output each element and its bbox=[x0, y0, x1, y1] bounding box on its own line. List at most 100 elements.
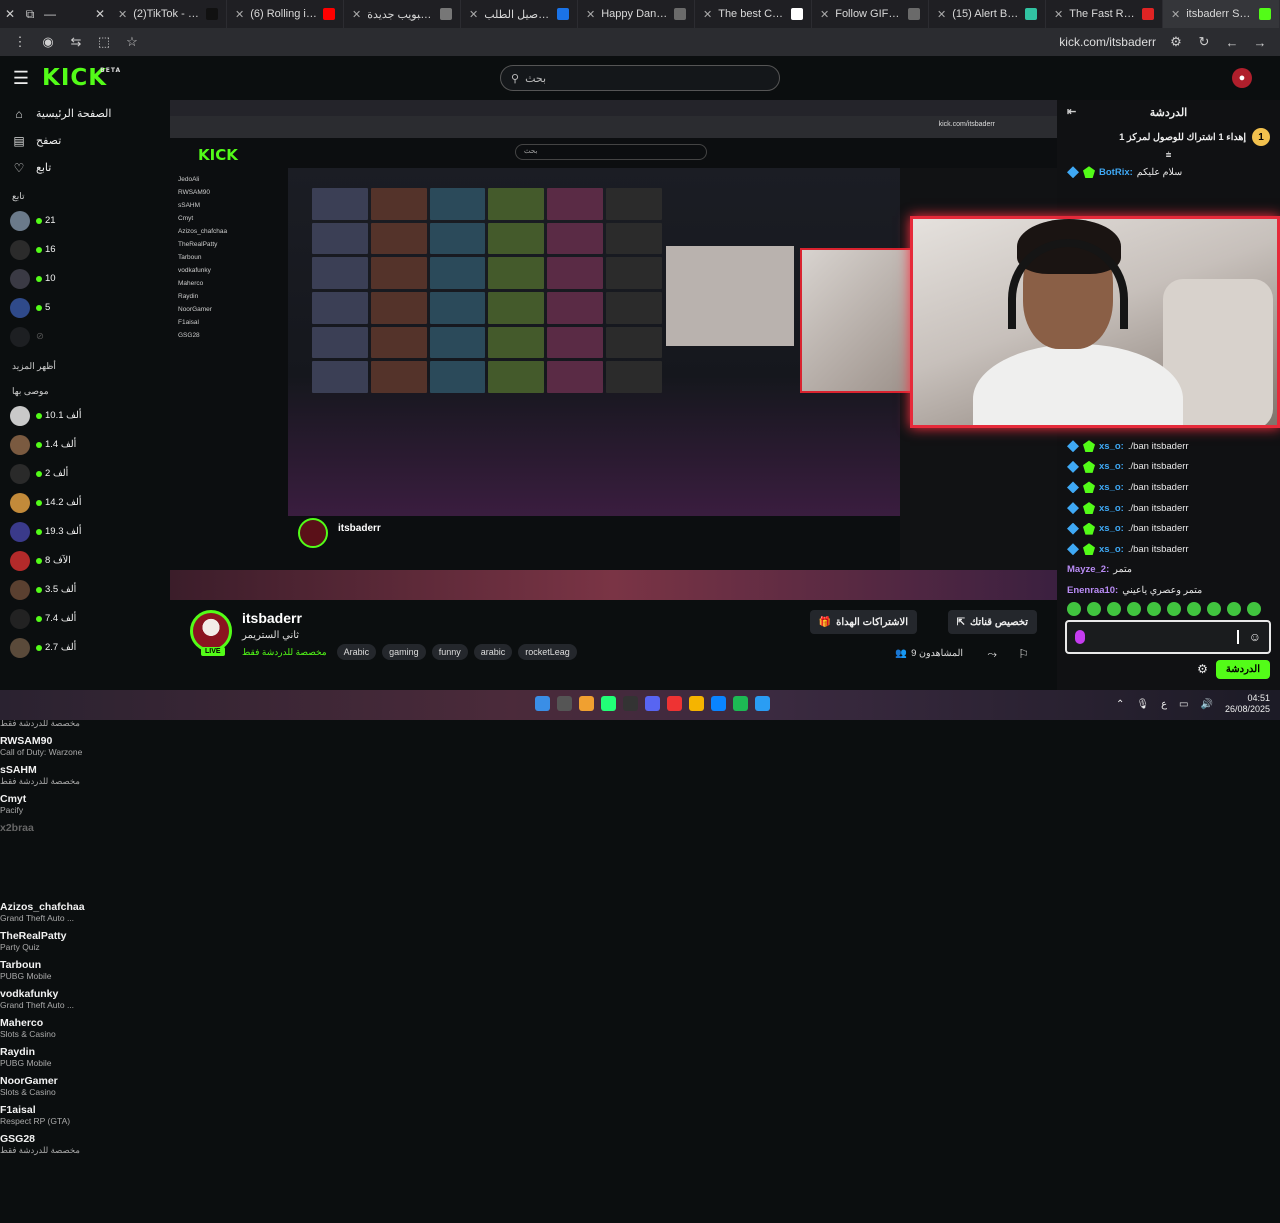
tab-search-icon[interactable]: ⧉ bbox=[20, 0, 40, 28]
streamer-avatar[interactable] bbox=[190, 610, 232, 652]
browser-tab[interactable]: ✕(2)TikTok - Make bbox=[110, 0, 227, 28]
language-indicator[interactable]: ع bbox=[1161, 699, 1167, 710]
browser-tab[interactable]: ✕The best ChatBot bbox=[695, 0, 812, 28]
tab-close-icon[interactable]: ✕ bbox=[937, 8, 946, 21]
stream-tag[interactable]: rocketLeag bbox=[518, 644, 577, 660]
collapse-chat-icon[interactable]: ⇤ bbox=[1067, 105, 1076, 118]
stream-tag[interactable]: funny bbox=[431, 644, 468, 660]
taskbar-app-icon[interactable] bbox=[733, 696, 748, 711]
sidebar-channel[interactable]: RWSAM90 Call of Duty: Warzone 16 bbox=[0, 235, 887, 825]
minimize-icon[interactable]: — bbox=[40, 0, 60, 28]
chevron-up-icon[interactable]: ⌃ bbox=[1116, 699, 1124, 710]
taskbar-app-icon[interactable] bbox=[645, 696, 660, 711]
menu-dots-icon[interactable]: ⋮ bbox=[6, 28, 34, 56]
gift-subs-button[interactable]: 🎁 الاشتراكات الهداة bbox=[809, 610, 917, 634]
emoji-icon[interactable]: ☺ bbox=[1249, 630, 1261, 644]
bookmark-icon[interactable]: ☆ bbox=[118, 28, 146, 56]
search-input[interactable]: ⚲ بحث bbox=[500, 65, 780, 91]
emote-icon[interactable] bbox=[1207, 602, 1221, 616]
emote-icon[interactable] bbox=[1067, 602, 1081, 616]
chat-username[interactable]: xs_o: bbox=[1099, 523, 1124, 534]
browser-tab[interactable]: ✕Happy Dance GIF bbox=[578, 0, 695, 28]
chat-settings-icon[interactable]: ⚙ bbox=[1197, 662, 1208, 676]
taskbar-app-icon[interactable] bbox=[557, 696, 572, 711]
tab-close-icon[interactable]: ✕ bbox=[1171, 8, 1180, 21]
nav-item[interactable]: ▤ تصفح bbox=[0, 127, 170, 154]
stream-tag[interactable]: gaming bbox=[382, 644, 426, 660]
sidebar-channel[interactable]: F1aisal Respect RP (GTA) 7.4 ألف bbox=[0, 604, 887, 1194]
tab-close-icon[interactable]: ✕ bbox=[469, 8, 478, 21]
browser-tab[interactable]: ✕(6) Rolling in the bbox=[227, 0, 344, 28]
back-icon[interactable]: → bbox=[1246, 28, 1274, 56]
sidebar-channel[interactable]: sSAHM مخصصة للدردشة فقط 10 bbox=[0, 264, 887, 854]
emote-icon[interactable] bbox=[1167, 602, 1181, 616]
tab-close-icon[interactable]: ✕ bbox=[352, 8, 361, 21]
taskbar-app-icon[interactable] bbox=[689, 696, 704, 711]
browser-tab[interactable]: ✕(15) Alert Box / S bbox=[929, 0, 1046, 28]
nav-item[interactable]: ⌂ الصفحة الرئيسية bbox=[0, 100, 170, 127]
taskbar-app-icon[interactable] bbox=[601, 696, 616, 711]
reload-icon[interactable]: ↻ bbox=[1190, 28, 1218, 56]
customize-channel-button[interactable]: ⇱ تخصيص قناتك bbox=[947, 610, 1037, 634]
emote-icon[interactable] bbox=[1187, 602, 1201, 616]
emote-icon[interactable] bbox=[1227, 602, 1241, 616]
send-chat-button[interactable]: الدردشة bbox=[1215, 659, 1270, 679]
taskbar-app-icon[interactable] bbox=[623, 696, 638, 711]
sidebar-channel-offline[interactable]: x2braa ⊘ bbox=[0, 322, 887, 912]
hamburger-menu-icon[interactable]: ☰ bbox=[0, 56, 42, 100]
emote-icon[interactable] bbox=[1147, 602, 1161, 616]
browser-tab[interactable]: ✕علامة تبويب جديدة bbox=[344, 0, 461, 28]
pin-icon[interactable]: ⩧ bbox=[1057, 150, 1280, 162]
browser-tab[interactable]: ✕تفاصيل الطلب # bbox=[461, 0, 578, 28]
sidebar-channel[interactable]: NoorGamer Slots & Casino 3.5 ألف bbox=[0, 575, 887, 1165]
emote-icon[interactable] bbox=[1247, 602, 1261, 616]
emote-icon[interactable] bbox=[1127, 602, 1141, 616]
chat-username[interactable]: xs_o: bbox=[1099, 482, 1124, 493]
sidebar-channel[interactable]: Raydin PUBG Mobile 8 الآف bbox=[0, 546, 887, 1136]
sidebar-channel[interactable]: Cmyt Pacify 5 bbox=[0, 293, 887, 883]
sidebar-channel[interactable]: Azizos_chafchaa Grand Theft Auto ... 10.1 … bbox=[0, 401, 887, 991]
volume-icon[interactable]: 🔊 bbox=[1201, 699, 1213, 710]
browser-tab[interactable]: ✕Follow GIFs - Fin bbox=[812, 0, 929, 28]
taskbar-app-icon[interactable] bbox=[535, 696, 550, 711]
microphone-icon[interactable]: 🎙 bbox=[1136, 699, 1149, 710]
stream-category[interactable]: مخصصة للدردشة فقط bbox=[242, 647, 327, 658]
sidebar-channel[interactable]: JedoAliمخصصة للدردشة فقط21 bbox=[0, 206, 887, 796]
emote-icon[interactable] bbox=[1107, 602, 1121, 616]
taskbar-app-icon[interactable] bbox=[667, 696, 682, 711]
sidebar-channel[interactable]: vodkafunky Grand Theft Auto ... 14.2 ألف bbox=[0, 488, 887, 1078]
tab-close-icon[interactable]: ✕ bbox=[586, 8, 595, 21]
kick-logo[interactable]: KICK BETA bbox=[42, 65, 120, 91]
chat-username[interactable]: xs_o: bbox=[1099, 544, 1124, 555]
show-more-link[interactable]: أظهر المزيد bbox=[0, 351, 170, 376]
browser-tab[interactable]: ✕ itsbaderr Strea bbox=[1163, 0, 1280, 28]
tab-close-icon[interactable]: ✕ bbox=[118, 8, 127, 21]
forward-icon[interactable]: ← bbox=[1218, 28, 1246, 56]
tab-close-icon[interactable]: ✕ bbox=[820, 8, 829, 21]
sidebar-channel[interactable]: TheRealPatty Party Quiz 1.4 ألف bbox=[0, 430, 887, 1020]
site-settings-icon[interactable]: ⚙ bbox=[1162, 28, 1190, 56]
chat-username[interactable]: xs_o: bbox=[1099, 503, 1124, 514]
share-icon[interactable]: ⬚ bbox=[90, 28, 118, 56]
user-avatar[interactable]: ● bbox=[1232, 68, 1252, 88]
pinned-message[interactable]: إهداء 1 اشتراك للوصول لمركز 1 1 bbox=[1057, 124, 1280, 150]
taskbar-app-icon[interactable] bbox=[579, 696, 594, 711]
url-field[interactable]: kick.com/itsbaderr bbox=[1059, 35, 1156, 49]
tab-close-icon[interactable]: ✕ bbox=[90, 0, 110, 28]
chat-input[interactable]: ☺ bbox=[1065, 620, 1271, 654]
stream-tag[interactable]: Arabic bbox=[336, 644, 377, 660]
tab-close-icon[interactable]: ✕ bbox=[235, 8, 244, 21]
stream-tag[interactable]: arabic bbox=[473, 644, 513, 660]
sidebar-channel[interactable]: Maherco Slots & Casino 19.3 ألف bbox=[0, 517, 887, 1107]
chat-username[interactable]: xs_o: bbox=[1099, 441, 1124, 452]
network-icon[interactable]: ▭ bbox=[1179, 699, 1188, 710]
taskbar-app-icon[interactable] bbox=[711, 696, 726, 711]
tab-close-icon[interactable]: ✕ bbox=[703, 8, 712, 21]
sidebar-channel[interactable]: GSG28 مخصصة للدردشة فقط 2.7 ألف bbox=[0, 633, 887, 1223]
clock[interactable]: 04:51 26/08/2025 bbox=[1225, 693, 1270, 715]
extensions-icon[interactable]: ⇆ bbox=[62, 28, 90, 56]
tab-close-icon[interactable]: ✕ bbox=[1054, 8, 1063, 21]
report-icon[interactable]: ⚐ bbox=[1018, 647, 1029, 661]
emote-icon[interactable] bbox=[1087, 602, 1101, 616]
chat-username[interactable]: Mayze_2: bbox=[1067, 564, 1109, 575]
